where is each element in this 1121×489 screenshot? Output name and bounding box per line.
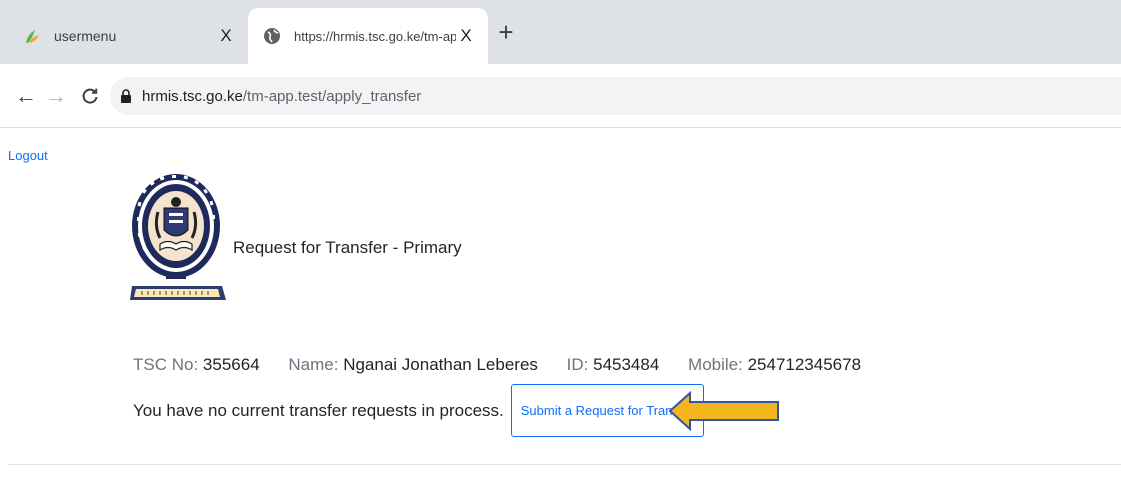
globe-icon: [262, 26, 282, 46]
url-bar[interactable]: hrmis.tsc.go.ke/tm-app.test/apply_transf…: [110, 77, 1121, 115]
status-message: You have no current transfer requests in…: [133, 400, 504, 420]
tsc-number-label: TSC No:: [133, 355, 199, 374]
reload-button[interactable]: [78, 84, 102, 108]
teacher-details: TSC No: 355664 Name: Nganai Jonathan Leb…: [133, 355, 861, 375]
url-host: hrmis.tsc.go.ke: [142, 87, 243, 105]
logout-link[interactable]: Logout: [8, 148, 48, 163]
close-tab-icon[interactable]: X: [216, 26, 236, 46]
forward-button[interactable]: →: [44, 83, 68, 108]
reload-icon: [82, 88, 98, 104]
mobile-label: Mobile:: [688, 355, 743, 374]
url-text: hrmis.tsc.go.ke/tm-app.test/apply_transf…: [142, 88, 421, 105]
browser-tab-strip: usermenu X https://hrmis.tsc.go.ke/tm-ap…: [0, 0, 1121, 64]
arrow-pointer-icon: [668, 391, 779, 431]
mobile-value: 254712345678: [747, 355, 862, 374]
url-path: /tm-app.test/apply_transfer: [242, 87, 422, 105]
name-value: Nganai Jonathan Leberes: [343, 355, 538, 374]
transfer-status-row: You have no current transfer requests in…: [133, 384, 705, 437]
leaf-favicon-icon: [22, 26, 42, 46]
tab-apply-transfer[interactable]: https://hrmis.tsc.go.ke/tm-app.te X: [248, 8, 488, 64]
close-tab-icon[interactable]: X: [456, 26, 476, 46]
tab-usermenu[interactable]: usermenu X: [8, 8, 248, 64]
id-value: 5453484: [593, 355, 660, 374]
back-button[interactable]: ←: [14, 83, 38, 108]
new-tab-button[interactable]: +: [494, 17, 518, 47]
tab-title: https://hrmis.tsc.go.ke/tm-app.te: [294, 28, 456, 44]
tsc-number-value: 355664: [202, 355, 260, 374]
name-label: Name:: [288, 355, 339, 374]
page-title: Request for Transfer - Primary: [233, 238, 462, 257]
lock-icon: [120, 88, 132, 104]
id-label: ID:: [566, 355, 589, 374]
browser-toolbar: ← → hrmis.tsc.go.ke/tm-app.test/apply_tr…: [0, 64, 1121, 128]
divider: [8, 464, 1121, 465]
tab-title: usermenu: [54, 28, 117, 44]
tsc-logo: [130, 174, 226, 300]
